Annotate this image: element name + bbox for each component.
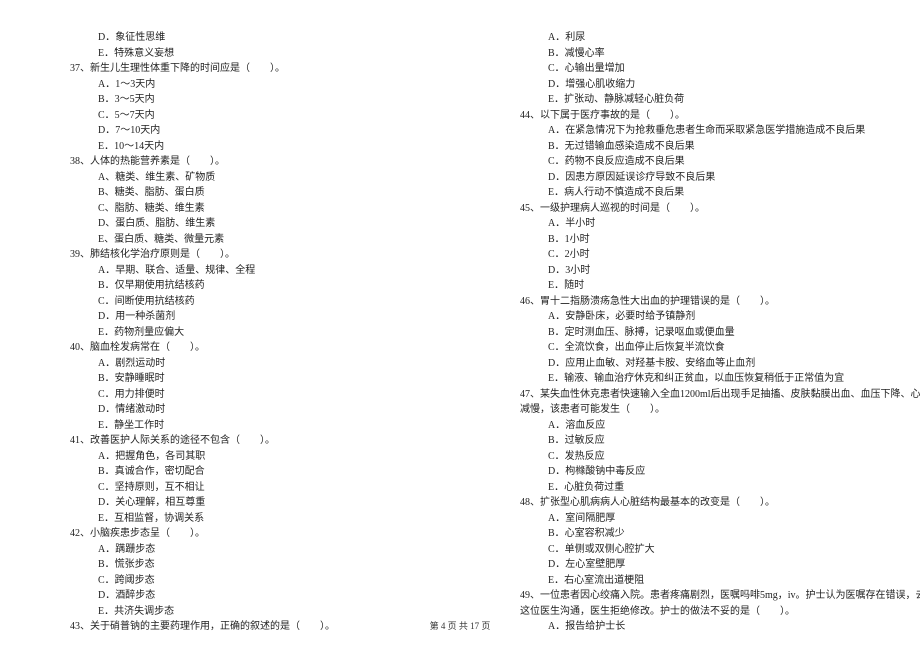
option-line: D．3小时 xyxy=(520,263,870,279)
option-line: A．半小时 xyxy=(520,216,870,232)
question-line: 40、脑血栓发病常在（ ）。 xyxy=(70,340,430,356)
option-line: E、蛋白质、糖类、微量元素 xyxy=(70,232,430,248)
option-line: E．特殊意义妄想 xyxy=(70,46,430,62)
question-line: 48、扩张型心肌病病人心脏结构最基本的改变是（ ）。 xyxy=(520,495,870,511)
option-line: C．心输出量增加 xyxy=(520,61,870,77)
option-line: A．安静卧床，必要时给予镇静剂 xyxy=(520,309,870,325)
option-line: A．在紧急情况下为抢救垂危患者生命而采取紧急医学措施造成不良后果 xyxy=(520,123,870,139)
option-line: C．用力排便时 xyxy=(70,387,430,403)
option-line: D．枸橼酸钠中毒反应 xyxy=(520,464,870,480)
option-line: A．把握角色，各司其职 xyxy=(70,449,430,465)
page-footer: 第 4 页 共 17 页 xyxy=(0,619,920,632)
option-line: D．左心室壁肥厚 xyxy=(520,557,870,573)
option-line: D．应用止血敏、对羟基卡胺、安络血等止血剂 xyxy=(520,356,870,372)
option-line: C．5～7天内 xyxy=(70,108,430,124)
option-line: E．心脏负荷过重 xyxy=(520,480,870,496)
question-line: 46、胃十二指肠溃疡急性大出血的护理错误的是（ ）。 xyxy=(520,294,870,310)
question-line: 37、新生儿生理性体重下降的时间应是（ ）。 xyxy=(70,61,430,77)
option-line: D．象征性思维 xyxy=(70,30,430,46)
option-line: B．真诚合作，密切配合 xyxy=(70,464,430,480)
option-line: B．定时测血压、脉搏，记录呕血或便血量 xyxy=(520,325,870,341)
option-line: E．药物剂量应偏大 xyxy=(70,325,430,341)
option-line: C．单侧或双侧心腔扩大 xyxy=(520,542,870,558)
option-line: B、糖类、脂肪、蛋白质 xyxy=(70,185,430,201)
question-line: 41、改善医护人际关系的途径不包含（ ）。 xyxy=(70,433,430,449)
right-column: A．利尿B．减慢心率C．心输出量增加D．增强心肌收缩力E．扩张动、静脉减轻心脏负… xyxy=(460,30,920,610)
option-line: B．1小时 xyxy=(520,232,870,248)
option-line: C．药物不良反应造成不良后果 xyxy=(520,154,870,170)
option-line: D．增强心肌收缩力 xyxy=(520,77,870,93)
option-line: A．早期、联合、适量、规律、全程 xyxy=(70,263,430,279)
option-line: C．全流饮食，出血停止后恢复半流饮食 xyxy=(520,340,870,356)
option-line: E．共济失调步态 xyxy=(70,604,430,620)
option-line: C．坚持原则，互不相让 xyxy=(70,480,430,496)
left-column: D．象征性思维E．特殊意义妄想37、新生儿生理性体重下降的时间应是（ ）。A．1… xyxy=(0,30,460,610)
option-line: B．仅早期使用抗结核药 xyxy=(70,278,430,294)
option-line: A．溶血反应 xyxy=(520,418,870,434)
question-line: 42、小脑疾患步态呈（ ）。 xyxy=(70,526,430,542)
option-line: C．2小时 xyxy=(520,247,870,263)
question-line: 减慢，该患者可能发生（ ）。 xyxy=(520,402,870,418)
option-line: E．随时 xyxy=(520,278,870,294)
option-line: D．用一种杀菌剂 xyxy=(70,309,430,325)
option-line: C、脂肪、糖类、维生素 xyxy=(70,201,430,217)
option-line: E．输液、输血治疗休克和纠正贫血，以血压恢复稍低于正常值为宜 xyxy=(520,371,870,387)
option-line: E．右心室流出道梗阻 xyxy=(520,573,870,589)
question-line: 44、以下属于医疗事故的是（ ）。 xyxy=(520,108,870,124)
question-line: 38、人体的热能营养素是（ ）。 xyxy=(70,154,430,170)
question-line: 49、一位患者因心绞痛入院。患者疼痛剧烈，医嘱吗啡5mg，iv。护士认为医嘱存在… xyxy=(520,588,870,604)
option-line: E．静坐工作时 xyxy=(70,418,430,434)
option-line: E．互相监督，协调关系 xyxy=(70,511,430,527)
option-line: A．蹒跚步态 xyxy=(70,542,430,558)
option-line: B．过敏反应 xyxy=(520,433,870,449)
option-line: C．发热反应 xyxy=(520,449,870,465)
option-line: D．酒醉步态 xyxy=(70,588,430,604)
option-line: C．跨阈步态 xyxy=(70,573,430,589)
option-line: D．7～10天内 xyxy=(70,123,430,139)
option-line: D．情绪激动时 xyxy=(70,402,430,418)
option-line: B．安静睡眠时 xyxy=(70,371,430,387)
question-line: 45、一级护理病人巡视的时间是（ ）。 xyxy=(520,201,870,217)
option-line: A．室间隔肥厚 xyxy=(520,511,870,527)
option-line: C．间断使用抗结核药 xyxy=(70,294,430,310)
option-line: D、蛋白质、脂肪、维生素 xyxy=(70,216,430,232)
option-line: B．心室容积减少 xyxy=(520,526,870,542)
option-line: B．无过错输血感染造成不良后果 xyxy=(520,139,870,155)
option-line: B．3～5天内 xyxy=(70,92,430,108)
question-line: 这位医生沟通，医生拒绝修改。护士的做法不妥的是（ ）。 xyxy=(520,604,870,620)
option-line: A．1～3天内 xyxy=(70,77,430,93)
option-line: D．因患方原因延误诊疗导致不良后果 xyxy=(520,170,870,186)
option-line: D．关心理解，相互尊重 xyxy=(70,495,430,511)
option-line: B．慌张步态 xyxy=(70,557,430,573)
option-line: A．利尿 xyxy=(520,30,870,46)
question-line: 47、某失血性休克患者快速输入全血1200ml后出现手足抽搐、皮肤黏膜出血、血压… xyxy=(520,387,870,403)
option-line: A、糖类、维生素、矿物质 xyxy=(70,170,430,186)
option-line: A．剧烈运动时 xyxy=(70,356,430,372)
option-line: E．10～14天内 xyxy=(70,139,430,155)
option-line: E．扩张动、静脉减轻心脏负荷 xyxy=(520,92,870,108)
option-line: E．病人行动不慎造成不良后果 xyxy=(520,185,870,201)
option-line: B．减慢心率 xyxy=(520,46,870,62)
question-line: 39、肺结核化学治疗原则是（ ）。 xyxy=(70,247,430,263)
